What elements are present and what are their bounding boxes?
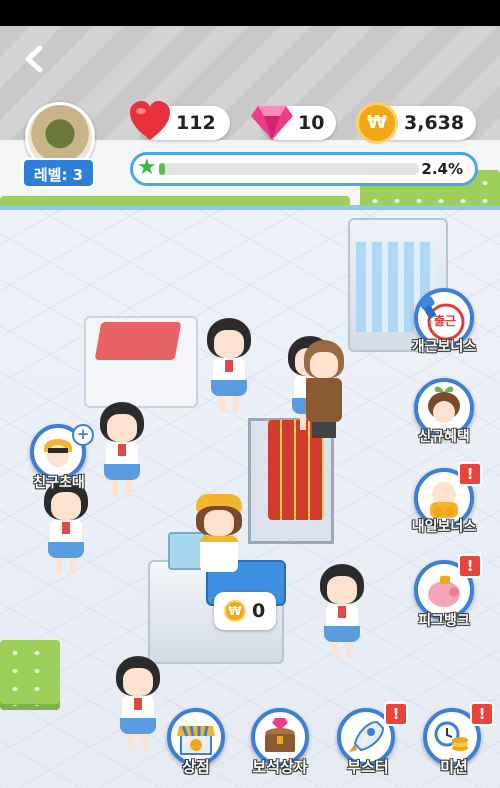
coin-icon: ₩ [356,102,398,144]
nav-mission-label: 미션 [440,758,468,776]
male-customer [300,340,348,440]
invite-friend-button[interactable]: + 친구초대 [22,424,96,496]
status-bar [0,0,500,26]
stamp-text: 출근 [434,314,457,328]
booster-alert-badge: ! [384,702,408,726]
gems-value: 10 [298,112,325,134]
coin-icon: ₩ [224,600,246,622]
piggy-bank-alert-badge: ! [458,554,482,578]
hedge-bottom-left [0,640,60,710]
gem-icon [251,106,293,140]
heart-icon [130,101,170,140]
nav-gem-chest-label: 보석상자 [252,758,308,776]
nav-booster-button[interactable]: ! 부스터 [332,702,408,784]
piggy-bank-label: 피그뱅크 [418,613,470,629]
invite-friend-label: 친구초대 [33,475,85,491]
cashier [190,494,246,574]
xp-percent: 2.4% [421,160,463,178]
register-cash-value: 0 [252,600,266,622]
attendance-bonus-button[interactable]: 출근 개근보너스 [404,288,484,358]
mission-alert-badge: ! [470,702,494,726]
xp-track [159,163,419,175]
freezer-meat [94,322,182,360]
nav-mission-button[interactable]: ! 미션 [418,702,494,784]
new-benefit-button[interactable]: 신규혜택 [404,374,484,446]
xp-fill [159,163,165,175]
hearts-value: 112 [176,112,216,134]
tomorrow-bonus-alert-badge: ! [458,462,482,486]
level-badge: 레벨: 3 [22,158,95,188]
plus-icon: + [72,424,94,446]
register-cash-pill[interactable]: ₩ 0 [214,592,276,630]
nav-gem-chest-button[interactable]: 보석상자 [246,708,314,784]
attendance-bonus-label: 개근보너스 [411,339,477,355]
customer [205,318,253,414]
customer [114,656,162,752]
shop-icon [177,725,215,755]
tomorrow-bonus-button[interactable]: ! 내일보너스 [404,462,484,536]
customer [98,402,146,498]
chevron-left-icon [25,45,43,73]
treasure-chest-icon [265,718,295,752]
star-icon: ★ [137,155,157,180]
nav-shop-label: 상점 [182,758,210,776]
tomorrow-bonus-label: 내일보너스 [411,519,477,535]
coins-value: 3,638 [404,112,465,134]
back-button[interactable] [20,44,50,74]
nav-shop-button[interactable]: 상점 [162,708,230,784]
customer [318,564,366,660]
nav-booster-label: 부스터 [347,758,389,776]
piggy-bank-button[interactable]: ! 피그뱅크 [404,552,484,630]
xp-bar: ★ 2.4% [130,152,478,186]
new-benefit-label: 신규혜택 [418,429,470,445]
